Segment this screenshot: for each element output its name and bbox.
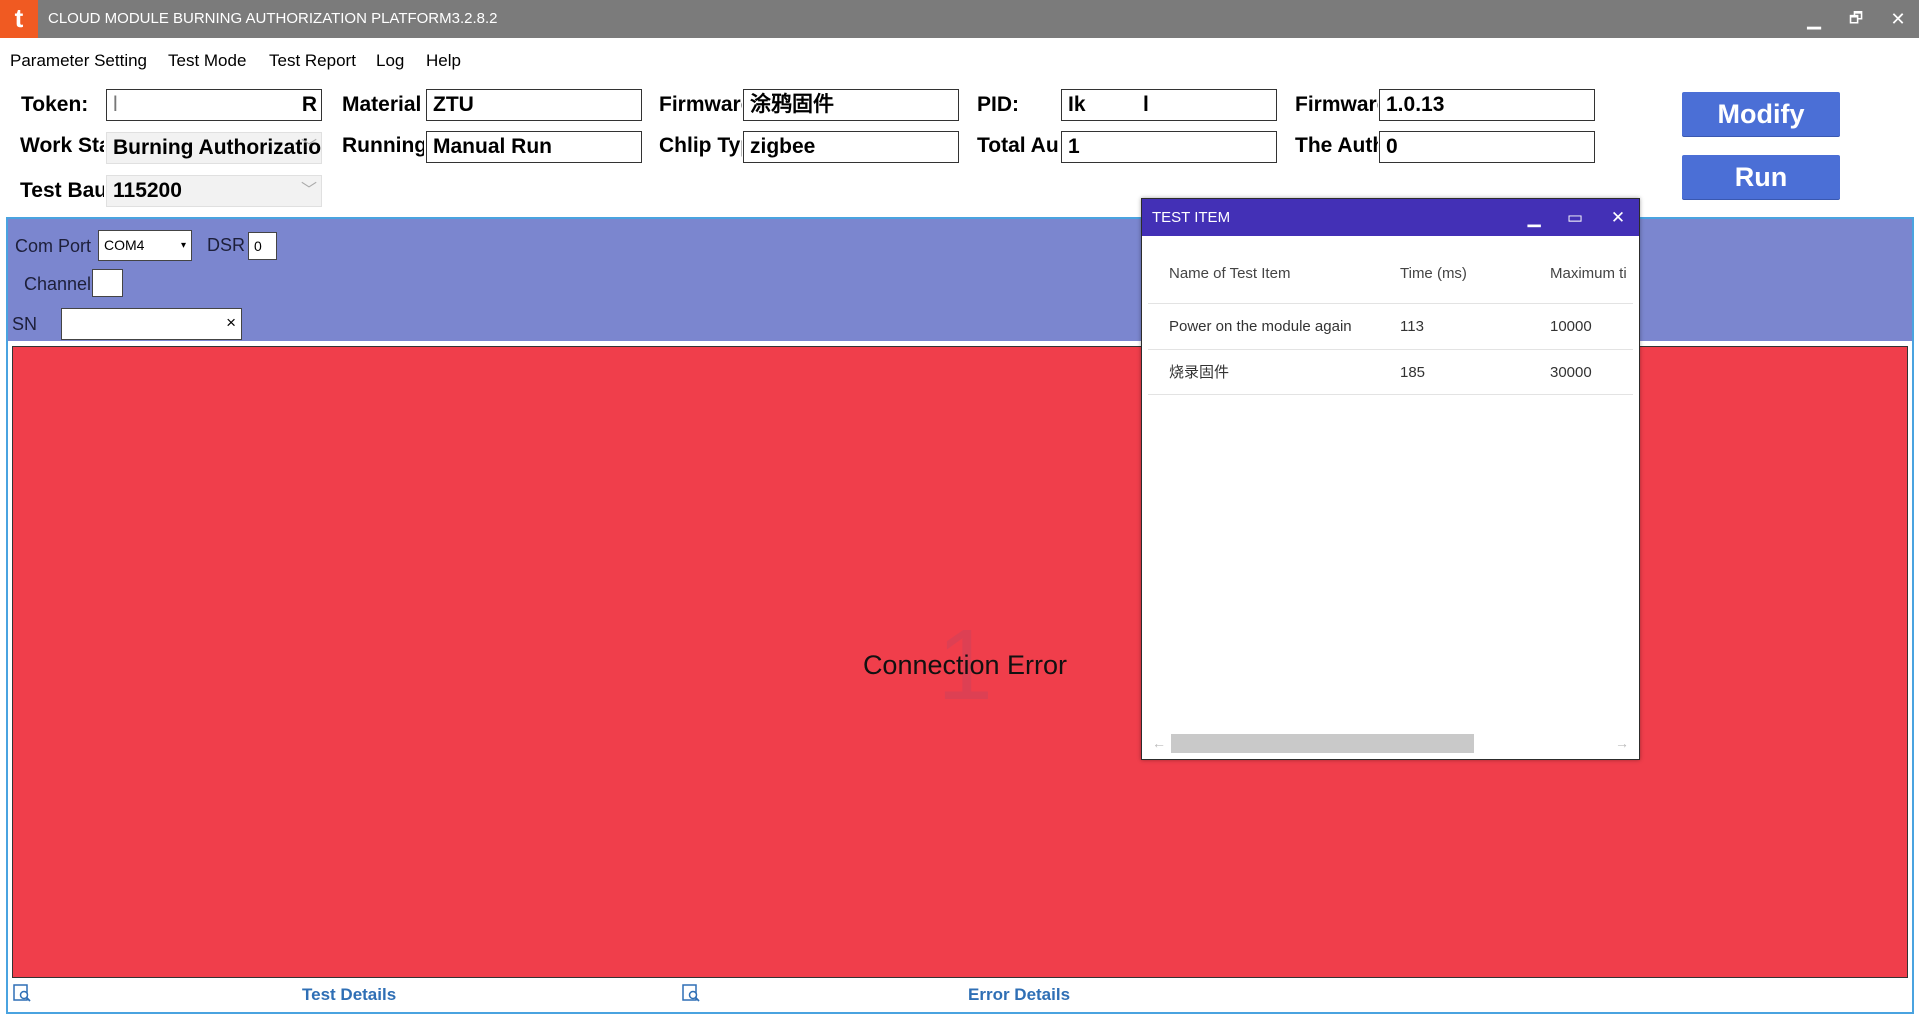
channel-field[interactable] [92, 269, 123, 297]
token-label: Token: [21, 93, 89, 116]
test-baud-select[interactable]: 115200 ﹀ [106, 175, 322, 207]
material-field[interactable]: ZTU [426, 89, 642, 121]
menu-parameter-setting[interactable]: Parameter Setting [10, 50, 147, 72]
row-2-maximum-time: 30000 [1550, 364, 1592, 381]
pid-label: PID: [977, 93, 1019, 116]
restore-button[interactable]: 🗗 [1835, 0, 1877, 38]
column-header-time[interactable]: Time (ms) [1400, 262, 1520, 286]
window-title: CLOUD MODULE BURNING AUTHORIZATION PLATF… [48, 10, 498, 27]
row-divider [1148, 394, 1633, 395]
sn-label: SN [12, 314, 38, 334]
test-item-close-button[interactable]: ✕ [1603, 199, 1633, 236]
firmware-field[interactable]: 涂鸦固件 [743, 89, 959, 121]
row-divider [1148, 349, 1633, 350]
clear-icon[interactable]: × [226, 309, 236, 337]
the-auth-field[interactable]: 0 [1379, 131, 1595, 163]
caret-down-icon: ▾ [180, 240, 186, 251]
chevron-down-icon: ﹀ [300, 139, 317, 156]
running-field[interactable]: Manual Run [426, 131, 642, 163]
dsr-label: DSR [207, 235, 246, 255]
column-header-name[interactable]: Name of Test Item [1169, 262, 1339, 286]
token-value: l [113, 93, 118, 116]
row-1-maximum-time: 10000 [1550, 318, 1592, 335]
test-baud-label: Test Baud [20, 179, 104, 202]
station-footer [8, 979, 1912, 1012]
test-item-maximize-button[interactable]: ▭ [1560, 199, 1590, 236]
pid-value-end: l [1143, 93, 1149, 116]
material-label: Material [342, 93, 422, 116]
error-details-link[interactable]: Error Details [968, 983, 1070, 1007]
token-field[interactable]: l R [106, 89, 322, 121]
firmware-version-label: Firmware [1295, 93, 1378, 116]
sn-input[interactable]: × [61, 308, 242, 340]
search-document-icon[interactable] [681, 983, 701, 1003]
pid-value: Ik [1068, 93, 1086, 116]
run-button[interactable]: Run [1682, 155, 1840, 199]
work-station-value: Burning Authorization [113, 136, 322, 159]
modify-button[interactable]: Modify [1682, 92, 1840, 136]
menu-log[interactable]: Log [376, 50, 404, 72]
total-auth-field[interactable]: 1 [1061, 131, 1277, 163]
row-1-name: Power on the module again [1169, 318, 1352, 335]
firmware-version-field[interactable]: 1.0.13 [1379, 89, 1595, 121]
app-logo-icon: t [0, 0, 38, 38]
work-station-label: Work Station [20, 134, 104, 157]
column-header-maximum-time[interactable]: Maximum ti [1550, 262, 1634, 286]
work-station-select[interactable]: Burning Authorization ﹀ [106, 132, 322, 164]
test-details-link[interactable]: Test Details [302, 983, 396, 1007]
test-item-title: TEST ITEM [1152, 209, 1231, 226]
the-auth-label: The Auth [1295, 134, 1378, 157]
dsr-field[interactable]: 0 [248, 232, 277, 260]
test-item-minimize-button[interactable]: ▁ [1519, 199, 1549, 236]
firmware-label: Firmware [659, 93, 742, 116]
menu-test-mode[interactable]: Test Mode [168, 50, 246, 72]
row-2-name: 烧录固件 [1169, 364, 1230, 381]
result-status-text: Connection Error [862, 650, 1068, 680]
minimize-button[interactable]: ▁ [1793, 0, 1835, 38]
header-divider [1148, 303, 1633, 304]
com-port-select[interactable]: COM4 ▾ [98, 230, 192, 261]
token-value-end: R [301, 93, 317, 116]
running-label: Running [342, 134, 424, 157]
pid-field[interactable]: Ik l [1061, 89, 1277, 121]
chevron-down-icon: ﹀ [300, 182, 317, 199]
test-baud-value: 115200 [113, 179, 182, 202]
com-port-label: Com Port [15, 236, 92, 256]
chip-type-field[interactable]: zigbee [743, 131, 959, 163]
menu-test-report[interactable]: Test Report [269, 50, 356, 72]
row-1-time: 113 [1400, 318, 1424, 335]
search-document-icon[interactable] [12, 983, 32, 1003]
com-port-value: COM4 [104, 237, 145, 253]
channel-label: Channel [24, 274, 92, 294]
chip-type-label: Chlip Type [659, 134, 742, 157]
scrollbar-thumb[interactable] [1171, 734, 1474, 753]
close-button[interactable]: ✕ [1877, 0, 1919, 38]
scroll-left-icon[interactable]: ← [1149, 732, 1169, 754]
row-2-time: 185 [1400, 364, 1426, 381]
total-auth-label: Total Au [977, 134, 1059, 157]
scroll-right-icon[interactable]: → [1612, 732, 1632, 754]
menu-help[interactable]: Help [426, 50, 461, 72]
